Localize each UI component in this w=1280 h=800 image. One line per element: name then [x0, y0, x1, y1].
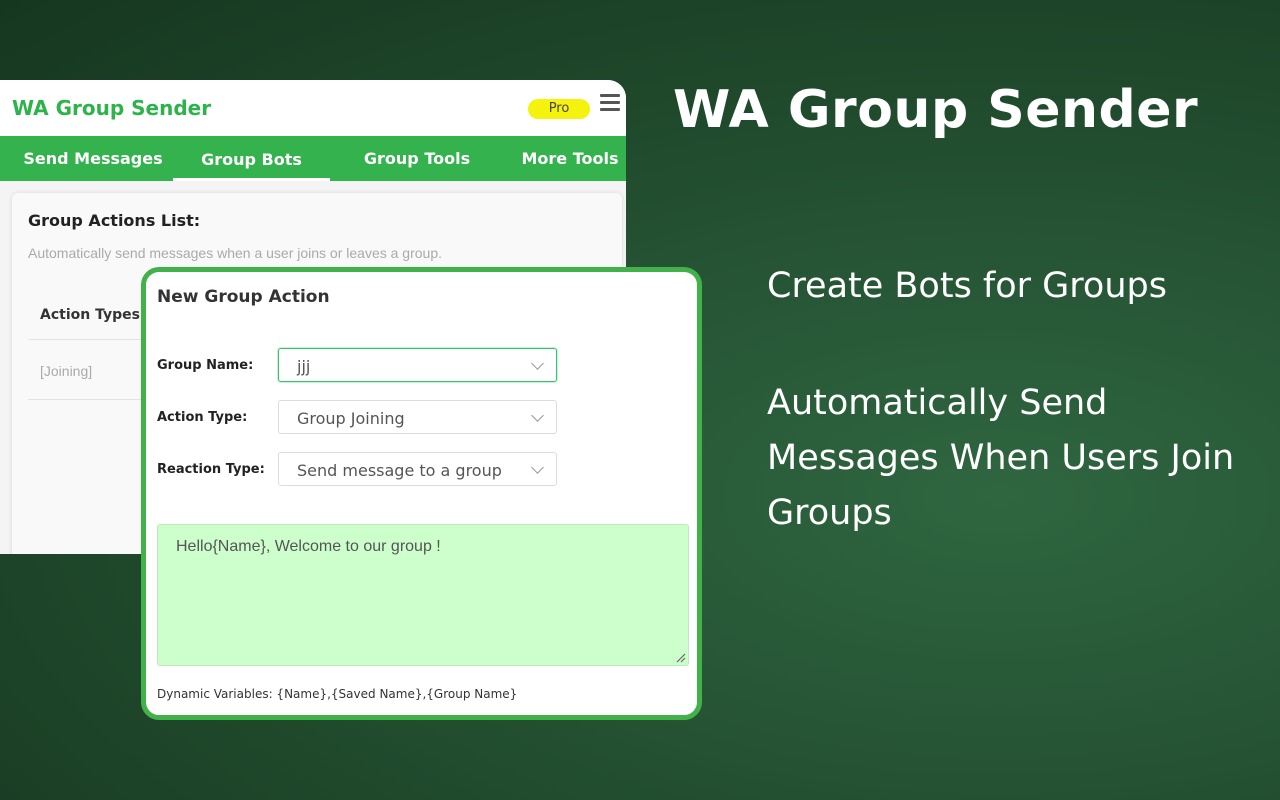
reaction-type-select[interactable]: Send message to a group	[278, 452, 557, 486]
pro-badge[interactable]: Pro	[528, 99, 590, 119]
group-name-value: jjj	[297, 357, 311, 376]
group-name-label: Group Name:	[157, 358, 254, 373]
reaction-type-label: Reaction Type:	[157, 462, 265, 477]
card-title: Group Actions List:	[28, 211, 201, 230]
chevron-down-icon	[531, 357, 544, 370]
app-title: WA Group Sender	[12, 96, 212, 120]
promo-title: WA Group Sender	[673, 80, 1199, 140]
chevron-down-icon	[531, 409, 544, 422]
message-textarea[interactable]: Hello{Name}, Welcome to our group !	[157, 524, 689, 666]
group-name-select[interactable]: jjj	[278, 348, 557, 382]
column-header-action-types: Action Types	[40, 307, 140, 323]
tab-send-messages[interactable]: Send Messages	[12, 136, 174, 181]
tab-group-tools[interactable]: Group Tools	[340, 136, 494, 181]
popup-header: WA Group Sender Pro	[0, 80, 626, 136]
message-text: Hello{Name}, Welcome to our group !	[176, 538, 441, 555]
action-type-label: Action Type:	[157, 410, 248, 425]
dynamic-variables-hint: Dynamic Variables: {Name},{Saved Name},{…	[157, 687, 518, 701]
action-type-select[interactable]: Group Joining	[278, 400, 557, 434]
resize-handle-icon[interactable]	[674, 651, 686, 663]
tab-more-tools[interactable]: More Tools	[510, 136, 626, 181]
new-group-action-dialog: New Group Action Group Name: jjj Action …	[141, 267, 702, 720]
tab-group-bots[interactable]: Group Bots	[173, 136, 330, 181]
dialog-title: New Group Action	[157, 287, 330, 307]
tab-bar: Send Messages Group Bots Group Tools Mor…	[0, 136, 626, 181]
promo-line-1: Create Bots for Groups	[767, 266, 1167, 306]
promo-line-2: Automatically Send Messages When Users J…	[767, 383, 1235, 533]
hamburger-menu-icon[interactable]	[600, 94, 620, 112]
table-row[interactable]: [Joining]	[40, 363, 92, 379]
card-subtitle: Automatically send messages when a user …	[28, 245, 442, 261]
reaction-type-value: Send message to a group	[297, 461, 502, 480]
action-type-value: Group Joining	[297, 409, 405, 428]
chevron-down-icon	[531, 461, 544, 474]
